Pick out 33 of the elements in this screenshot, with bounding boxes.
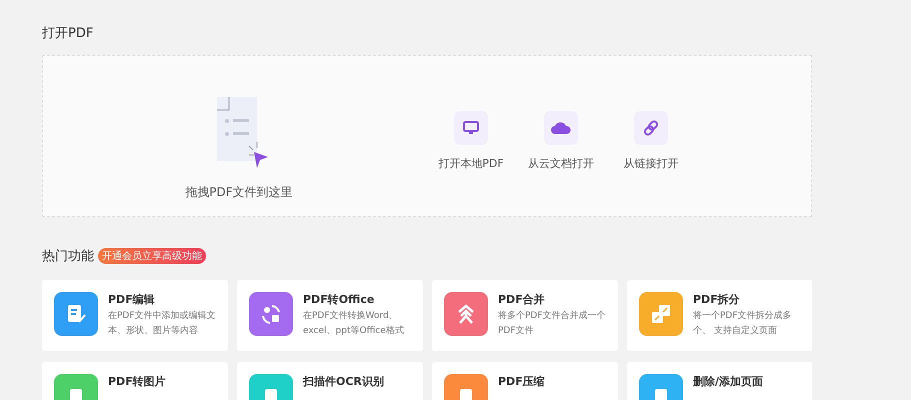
feature-card[interactable]: PDF转Office 在PDF文件转换Word、excel、ppt等Office格式	[237, 280, 423, 351]
open-option[interactable]: 从链接打开	[615, 111, 687, 216]
section-title: 打开PDF	[42, 25, 94, 42]
open-option[interactable]: 打开本地PDF	[435, 111, 507, 216]
feature-title: PDF拆分	[693, 292, 741, 307]
feature-description: 在PDF文件中添加或编辑文本、形状、图片等内容	[108, 310, 216, 338]
section-title: 热门功能	[42, 248, 94, 265]
monitor-icon	[463, 120, 479, 136]
feature-title: 删除/添加页面	[693, 374, 764, 389]
feature-title: PDF压缩	[498, 374, 545, 389]
feature-description: 将一个PDF文件拆分成多个、 支持自定义页面	[693, 310, 793, 338]
cloud-icon	[551, 121, 571, 135]
feature-title: PDF编辑	[108, 292, 156, 307]
link-icon	[643, 120, 659, 136]
feature-card[interactable]: 扫描件OCR识别	[237, 362, 423, 400]
feature-title: PDF合并	[498, 292, 546, 307]
split-icon	[650, 303, 672, 325]
document-edit-icon	[65, 303, 87, 325]
feature-card[interactable]: PDF转图片	[42, 362, 228, 400]
open-option[interactable]: 从云文档打开	[525, 111, 597, 216]
drop-hint: 拖拽PDF文件到这里	[185, 184, 293, 201]
feature-card[interactable]: PDF编辑 在PDF文件中添加或编辑文本、形状、图片等内容	[42, 280, 228, 351]
feature-card[interactable]: PDF合并 将多个PDF文件合并成一个PDF文件	[432, 280, 618, 351]
feature-card[interactable]: PDF拆分 将一个PDF文件拆分成多个、 支持自定义页面	[627, 280, 812, 351]
feature-title: PDF转图片	[108, 374, 166, 389]
feature-card[interactable]: 删除/添加页面	[627, 362, 812, 400]
feature-description: 将多个PDF文件合并成一个PDF文件	[498, 310, 606, 338]
feature-title: 扫描件OCR识别	[303, 374, 384, 389]
convert-icon	[259, 302, 283, 326]
feature-title: PDF转Office	[303, 292, 376, 307]
feature-description: 在PDF文件转换Word、excel、ppt等Office格式	[303, 310, 405, 338]
feature-card[interactable]: PDF压缩	[432, 362, 618, 400]
drop-zone[interactable]: 拖拽PDF文件到这里 打开本地PDF 从云文档打开 从链接打开	[42, 55, 812, 217]
